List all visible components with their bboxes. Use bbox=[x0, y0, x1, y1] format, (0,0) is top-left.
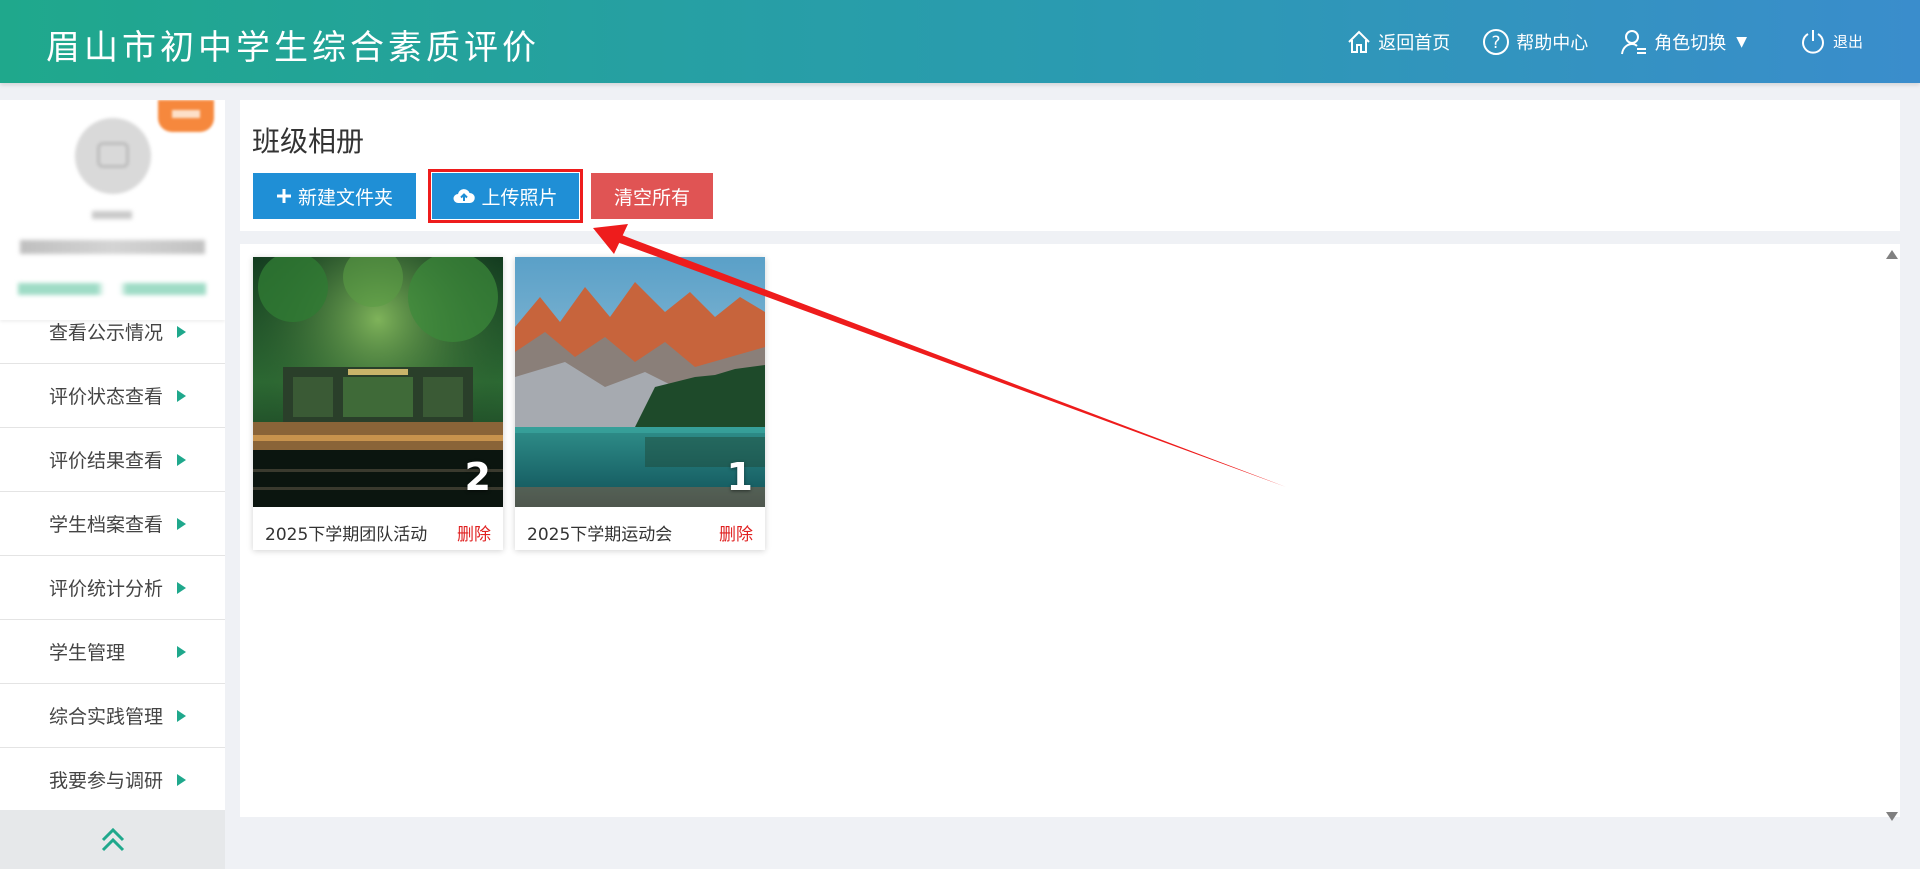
delete-album-link[interactable]: 删除 bbox=[719, 520, 753, 545]
double-chevron-up-icon bbox=[101, 827, 124, 851]
role-switch-dropdown[interactable]: 角色切换 ▼ bbox=[1620, 28, 1747, 56]
upload-photo-label: 上传照片 bbox=[481, 187, 558, 209]
caret-down-icon: ▼ bbox=[1736, 33, 1747, 50]
role-switch-label: 角色切换 bbox=[1654, 32, 1727, 54]
sidebar-item-label: 综合实践管理 bbox=[49, 706, 164, 728]
new-folder-label: 新建文件夹 bbox=[297, 187, 393, 209]
clear-all-label: 清空所有 bbox=[613, 187, 690, 209]
new-folder-button[interactable]: 新建文件夹 bbox=[253, 173, 416, 219]
sidebar-item-eval-results[interactable]: 评价结果查看 bbox=[0, 428, 225, 492]
help-center-label: 帮助中心 bbox=[1516, 32, 1589, 54]
power-icon bbox=[1801, 29, 1824, 54]
upload-photo-button[interactable]: 上传照片 bbox=[432, 173, 579, 219]
role-badge bbox=[158, 100, 214, 132]
sidebar-item-label: 评价统计分析 bbox=[49, 578, 164, 600]
scroll-up-arrow-icon[interactable] bbox=[1886, 250, 1898, 259]
sidebar-item-student-files[interactable]: 学生档案查看 bbox=[0, 492, 225, 556]
home-icon bbox=[1348, 30, 1370, 53]
arrow-right-icon bbox=[177, 517, 186, 530]
logout-label: 退出 bbox=[1832, 33, 1863, 51]
forest-station-photo[interactable]: 2 bbox=[253, 257, 503, 507]
sidebar-item-practice-management[interactable]: 综合实践管理 bbox=[0, 684, 225, 748]
help-center-link[interactable]: ? 帮助中心 bbox=[1482, 28, 1588, 56]
album-name: 2025下学期运动会 bbox=[527, 525, 673, 545]
blurred-profile-links[interactable] bbox=[18, 283, 206, 295]
arrow-right-icon bbox=[177, 325, 186, 338]
album-name: 2025下学期团队活动 bbox=[265, 525, 428, 545]
arrow-right-icon bbox=[177, 645, 186, 658]
arrow-right-icon bbox=[177, 773, 186, 786]
arrow-right-icon bbox=[177, 581, 186, 594]
collapse-up-button[interactable] bbox=[0, 810, 225, 869]
sidebar-item-label: 我要参与调研 bbox=[49, 770, 164, 792]
top-header: 眉山市初中学生综合素质评价 返回首页 ? 帮助中心 角色切换 ▼ 退出 bbox=[0, 0, 1920, 83]
user-profile-card bbox=[0, 100, 225, 320]
svg-text:?: ? bbox=[1492, 33, 1501, 53]
album-card[interactable]: 1 2025下学期运动会 删除 bbox=[515, 257, 765, 550]
mountain-lake-photo[interactable]: 1 bbox=[515, 257, 765, 507]
sidebar: 查看公示情况 评价状态查看 评价结果查看 学生档案查看 评价统计分析 学生管理 … bbox=[0, 100, 225, 869]
delete-album-link[interactable]: 删除 bbox=[457, 520, 491, 545]
plus-icon bbox=[276, 189, 291, 203]
sidebar-item-eval-status[interactable]: 评价状态查看 bbox=[0, 364, 225, 428]
album-grid-panel: 2 2025下学期团队活动 删除 1 2025下学期运动会 删除 bbox=[240, 244, 1900, 821]
top-nav: 返回首页 ? 帮助中心 角色切换 ▼ 退出 bbox=[1346, 0, 1920, 83]
sidebar-item-survey[interactable]: 我要参与调研 bbox=[0, 748, 225, 812]
sidebar-menu: 查看公示情况 评价状态查看 评价结果查看 学生档案查看 评价统计分析 学生管理 … bbox=[0, 300, 225, 812]
sidebar-item-label: 查看公示情况 bbox=[49, 322, 164, 344]
sidebar-item-eval-statistics[interactable]: 评价统计分析 bbox=[0, 556, 225, 620]
arrow-right-icon bbox=[177, 453, 186, 466]
vertical-scrollbar[interactable] bbox=[1884, 244, 1900, 821]
sidebar-item-label: 评价状态查看 bbox=[49, 386, 164, 408]
album-header-panel: 班级相册 新建文件夹 上传照片 清空所有 bbox=[240, 100, 1900, 231]
cloud-upload-icon bbox=[453, 189, 476, 203]
sidebar-item-label: 评价结果查看 bbox=[49, 450, 164, 472]
scroll-down-arrow-icon[interactable] bbox=[1886, 812, 1898, 821]
photo-count: 2 bbox=[464, 455, 491, 499]
blurred-user-name bbox=[92, 211, 132, 219]
page-title: 班级相册 bbox=[252, 125, 365, 158]
avatar bbox=[75, 118, 151, 194]
logout-button[interactable]: 退出 bbox=[1799, 28, 1863, 56]
album-card[interactable]: 2 2025下学期团队活动 删除 bbox=[253, 257, 503, 550]
sidebar-item-student-management[interactable]: 学生管理 bbox=[0, 620, 225, 684]
blurred-school-name bbox=[20, 240, 205, 254]
sidebar-item-label: 学生管理 bbox=[49, 642, 126, 664]
sidebar-item-label: 学生档案查看 bbox=[49, 514, 164, 536]
home-link-label: 返回首页 bbox=[1378, 32, 1451, 54]
home-link[interactable]: 返回首页 bbox=[1346, 29, 1450, 55]
help-icon: ? bbox=[1483, 28, 1510, 55]
app-title: 眉山市初中学生综合素质评价 bbox=[46, 28, 540, 68]
arrow-right-icon bbox=[177, 709, 186, 722]
user-icon bbox=[1621, 29, 1647, 54]
camera-icon bbox=[97, 142, 129, 168]
arrow-right-icon bbox=[177, 389, 186, 402]
photo-count: 1 bbox=[726, 455, 753, 499]
clear-all-button[interactable]: 清空所有 bbox=[591, 173, 713, 219]
